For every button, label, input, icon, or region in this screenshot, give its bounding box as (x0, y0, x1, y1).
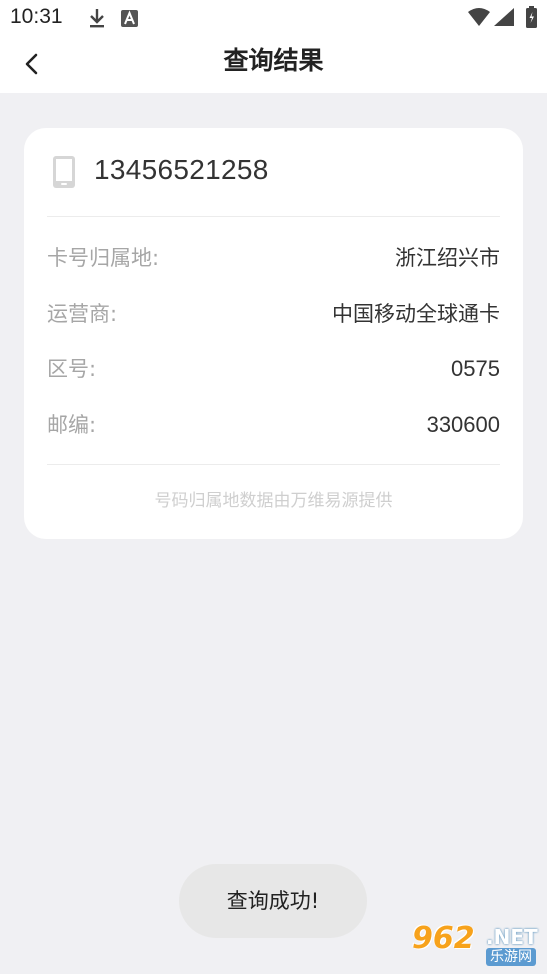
area-code-label: 区号: (47, 357, 97, 381)
row-area-code: 区号: 0575 (47, 349, 500, 389)
signal-icon (494, 8, 514, 26)
postcode-label: 邮编: (47, 413, 97, 437)
battery-icon (526, 6, 537, 28)
area-code-value: 0575 (451, 356, 500, 381)
row-location: 卡号归属地: 浙江绍兴市 (47, 238, 500, 278)
back-button[interactable] (14, 46, 50, 82)
phone-row: 13456521258 (24, 128, 523, 216)
a-notification-icon (121, 10, 138, 27)
toast-message: 查询成功! (179, 864, 367, 938)
carrier-label: 运营商: (47, 302, 118, 326)
status-time: 10:31 (10, 5, 63, 28)
watermark-number: 962 (412, 921, 475, 956)
result-card: 13456521258 卡号归属地: 浙江绍兴市 运营商: 中国移动全球通卡 区… (24, 128, 523, 539)
phone-number: 13456521258 (94, 154, 269, 185)
header: 查询结果 (0, 36, 547, 93)
postcode-value: 330600 (426, 412, 500, 437)
watermark-site: 乐游网 (486, 948, 536, 966)
data-source-note: 号码归属地数据由万维易源提供 (154, 491, 393, 511)
download-icon (90, 9, 104, 28)
divider (47, 216, 500, 217)
watermark-net: .NET (486, 925, 538, 949)
wifi-icon (468, 8, 490, 26)
page-title: 查询结果 (223, 46, 324, 75)
row-carrier: 运营商: 中国移动全球通卡 (47, 294, 500, 334)
row-postcode: 邮编: 330600 (47, 405, 500, 445)
status-bar: 10:31 (0, 0, 547, 36)
divider (47, 464, 500, 465)
chevron-left-icon (25, 53, 38, 75)
phone-icon (53, 156, 75, 188)
location-value: 浙江绍兴市 (395, 246, 500, 270)
watermark-logo: 962 .NET 乐游网 (408, 921, 542, 969)
carrier-value: 中国移动全球通卡 (332, 302, 500, 326)
location-label: 卡号归属地: (47, 246, 160, 270)
